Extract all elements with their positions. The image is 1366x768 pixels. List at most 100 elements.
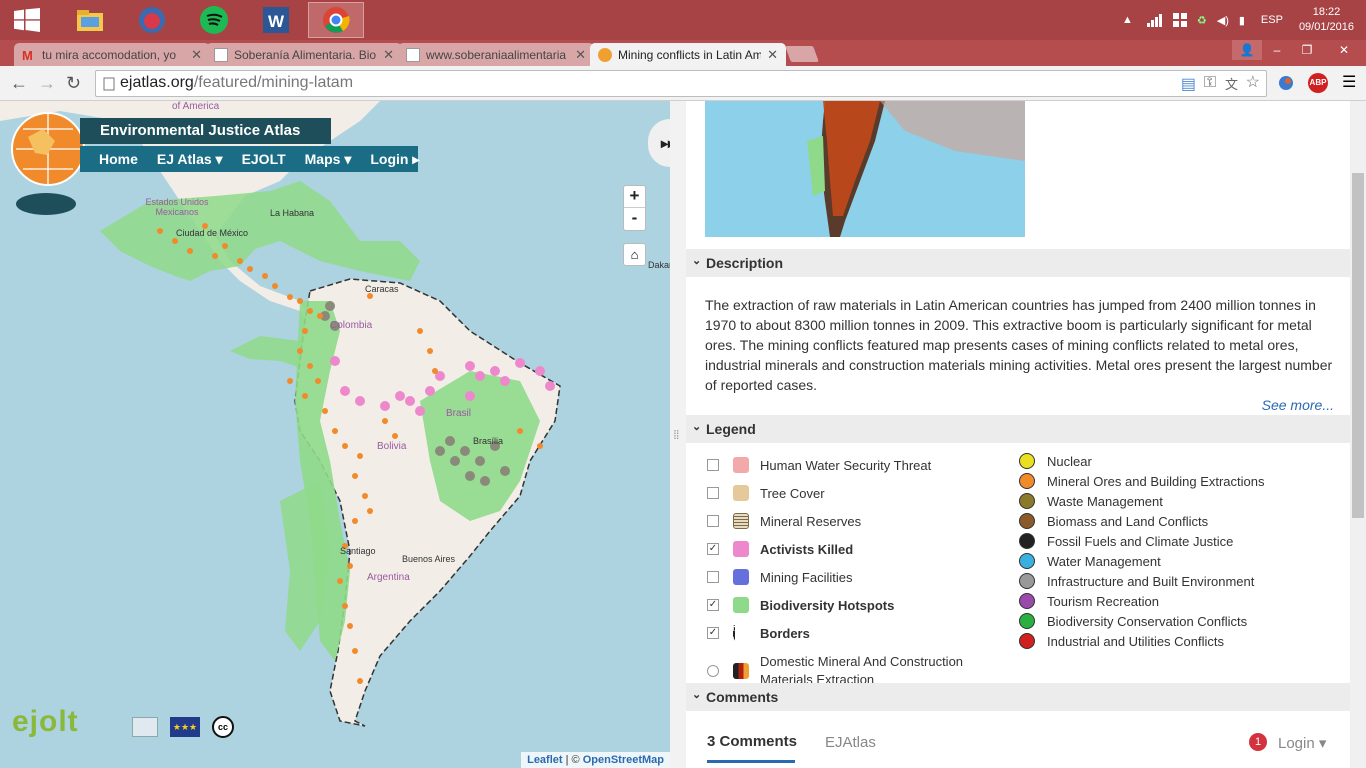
legend-swatch: [733, 625, 736, 641]
close-icon[interactable]: ✕: [383, 47, 394, 63]
signal-icon[interactable]: [1146, 13, 1163, 27]
biodiversity-caribbean: [100, 181, 420, 281]
ejatlas-community-tab[interactable]: EJAtlas: [825, 734, 876, 751]
featured-map-thumbnail[interactable]: [705, 101, 1025, 237]
legend-layer-item[interactable]: ✓ Borders: [707, 623, 810, 643]
resize-handle-icon[interactable]: ⣿: [673, 429, 680, 440]
layer-checkbox[interactable]: [707, 459, 719, 471]
new-tab-button[interactable]: [785, 46, 819, 62]
description-header[interactable]: ⌄ Description: [686, 249, 1350, 277]
legend-swatch: [733, 513, 749, 529]
legend-layer-item[interactable]: Mineral Reserves: [707, 511, 861, 531]
legend-layer-item[interactable]: Mining Facilities: [707, 567, 852, 587]
translate-icon[interactable]: 文: [1225, 74, 1238, 93]
media-app-icon[interactable]: [124, 2, 180, 38]
comments-header[interactable]: ⌄ Comments: [686, 683, 1350, 711]
clock-date: 09/01/2016: [1298, 21, 1354, 33]
osm-link[interactable]: OpenStreetMap: [583, 754, 664, 766]
nav-home[interactable]: Home: [99, 151, 138, 167]
address-bar[interactable]: ejatlas.org/featured/mining-latam ▤ ⚿ 文 …: [95, 70, 1267, 97]
forward-icon[interactable]: →: [38, 73, 56, 94]
panel-divider[interactable]: ⣿: [670, 101, 686, 768]
back-icon[interactable]: ←: [10, 73, 28, 94]
layer-checkbox[interactable]: [707, 571, 719, 583]
map-canvas: [0, 101, 561, 727]
partner-logo-icon[interactable]: [132, 717, 158, 737]
eu-flag-icon[interactable]: ★★★: [170, 717, 200, 737]
comments-title: Comments: [706, 689, 779, 705]
extension-globe-icon[interactable]: [1278, 75, 1294, 91]
maximize-icon[interactable]: ❐: [1292, 40, 1322, 60]
windows-start-icon[interactable]: [14, 8, 40, 32]
legend-layer-label: Borders: [760, 625, 810, 641]
language-indicator[interactable]: ESP: [1261, 14, 1283, 26]
svg-text:W: W: [268, 12, 285, 31]
legend-title: Legend: [706, 421, 756, 437]
windows-icon[interactable]: [1172, 13, 1187, 27]
creative-commons-icon[interactable]: cc: [212, 716, 234, 738]
layer-checkbox[interactable]: ✓: [707, 627, 719, 639]
legend-category-item: Biodiversity Conservation Conflicts: [1019, 611, 1247, 631]
legend-layer-item[interactable]: ✓ Activists Killed: [707, 539, 853, 559]
scrollbar-thumb[interactable]: [1352, 173, 1364, 518]
legend-header[interactable]: ⌄ Legend: [686, 415, 1350, 443]
tray-arrow-icon[interactable]: ▲: [1122, 14, 1133, 26]
nav-maps[interactable]: Maps ▾: [305, 151, 352, 168]
battery-icon[interactable]: ▮: [1239, 14, 1245, 27]
legend-layer-item[interactable]: ✓ Biodiversity Hotspots: [707, 595, 894, 615]
legend-layer-item[interactable]: Tree Cover: [707, 483, 825, 503]
layer-radio[interactable]: [707, 665, 719, 677]
close-icon[interactable]: ✕: [767, 47, 778, 63]
bookmark-star-icon[interactable]: ☆: [1246, 72, 1260, 92]
comments-tab-underline: [707, 760, 795, 763]
tab-gmail[interactable]: Mtu mira accomodation, yo ✕: [14, 43, 210, 66]
category-icon: [1019, 493, 1035, 509]
legend-swatch: [733, 597, 749, 613]
site-title[interactable]: Environmental Justice Atlas: [80, 118, 331, 144]
comments-login-button[interactable]: Login ▾: [1278, 734, 1326, 752]
zoom-out-button[interactable]: -: [624, 208, 645, 230]
close-icon[interactable]: ✕: [575, 47, 586, 63]
file-explorer-icon[interactable]: [62, 2, 118, 38]
ejolt-logo[interactable]: ejolt: [12, 705, 79, 739]
layer-checkbox[interactable]: ✓: [707, 543, 719, 555]
leaflet-link[interactable]: Leaflet: [527, 754, 562, 766]
tab-mining-conflicts[interactable]: Mining conflicts in Latin Am ✕: [590, 43, 786, 66]
nav-ejolt[interactable]: EJOLT: [242, 151, 286, 167]
adblock-icon[interactable]: ABP: [1308, 73, 1328, 93]
map[interactable]: of America Estados Unidos Mexicanos Ciud…: [0, 101, 670, 768]
legend-layer-item[interactable]: Human Water Security Threat: [707, 455, 931, 475]
tab-soberania[interactable]: Soberanía Alimentaria. Bio ✕: [206, 43, 402, 66]
nav-login[interactable]: Login ▸: [370, 151, 419, 168]
spotify-icon[interactable]: [186, 2, 242, 38]
comments-count-tab[interactable]: 3 Comments: [707, 733, 797, 750]
home-icon[interactable]: ⌂: [623, 243, 646, 266]
category-icon: [1019, 593, 1035, 609]
layer-checkbox[interactable]: [707, 515, 719, 527]
close-icon[interactable]: ✕: [191, 47, 202, 63]
minimize-icon[interactable]: –: [1262, 40, 1292, 60]
ej-atlas-globe-logo[interactable]: [8, 107, 88, 217]
see-more-link[interactable]: See more...: [1262, 397, 1334, 413]
volume-icon[interactable]: ◀): [1217, 14, 1229, 27]
page-info-icon[interactable]: [103, 77, 115, 91]
browser-toolbar: ← → ↻ ejatlas.org/featured/mining-latam …: [0, 66, 1366, 101]
menu-icon[interactable]: ☰: [1342, 72, 1358, 91]
reload-icon[interactable]: ↻: [66, 73, 81, 94]
tab-soberania-www[interactable]: www.soberaniaalimentaria ✕: [398, 43, 594, 66]
scrollbar[interactable]: [1350, 101, 1366, 768]
notification-badge[interactable]: 1: [1249, 733, 1267, 751]
key-icon[interactable]: ⚿: [1204, 74, 1216, 92]
zoom-in-button[interactable]: +: [624, 186, 645, 208]
page-action-icon[interactable]: ▤: [1181, 74, 1196, 94]
chrome-icon[interactable]: [308, 2, 364, 38]
word-icon[interactable]: W: [248, 2, 304, 38]
layer-checkbox[interactable]: [707, 487, 719, 499]
layer-checkbox[interactable]: ✓: [707, 599, 719, 611]
user-icon[interactable]: 👤: [1232, 40, 1262, 60]
clock[interactable]: 18:22 09/01/2016: [1299, 5, 1354, 35]
nav-ej-atlas[interactable]: EJ Atlas ▾: [157, 151, 223, 168]
window-close-icon[interactable]: ✕: [1322, 40, 1366, 60]
legend-category-item: Biomass and Land Conflicts: [1019, 511, 1208, 531]
sync-icon[interactable]: ♻: [1197, 14, 1207, 27]
